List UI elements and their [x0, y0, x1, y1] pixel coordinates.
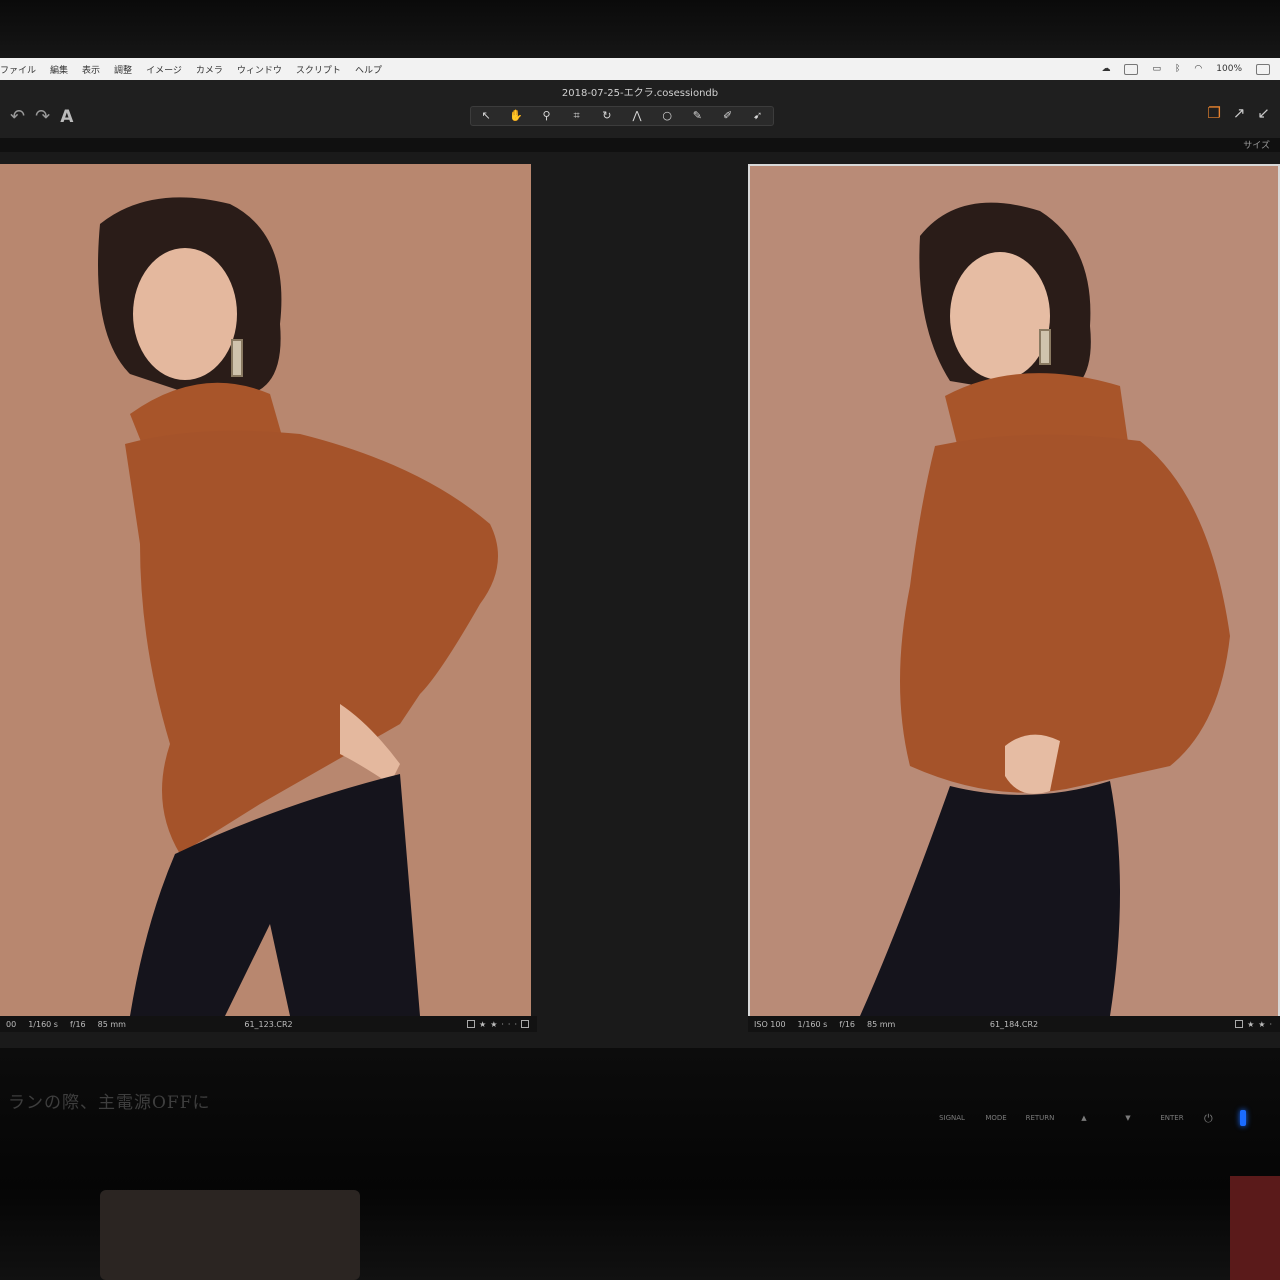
- zoom-tool-icon[interactable]: ⚲: [535, 107, 557, 125]
- rating-left[interactable]: ★ ★ · · ·: [467, 1020, 529, 1029]
- document-title: 2018-07-25-エクラ.cosessiondb: [561, 88, 719, 99]
- dot-icon[interactable]: ·: [501, 1020, 504, 1029]
- eraser-tool-icon[interactable]: ➹: [747, 107, 769, 125]
- image-info-bar-left: 00 1/160 s f/16 85 mm 61_123.CR2 ★ ★ · ·…: [0, 1016, 537, 1032]
- menu-help[interactable]: ヘルプ: [355, 63, 382, 76]
- rating-right[interactable]: ★ ★ ·: [1235, 1020, 1272, 1029]
- image-info-bar-right: ISO 100 1/160 s f/16 85 mm 61_184.CR2 ★ …: [748, 1016, 1280, 1032]
- menu-bar: ファイル 編集 表示 調整 イメージ カメラ ウィンドウ スクリプト ヘルプ ☁…: [0, 58, 1280, 80]
- menu-script[interactable]: スクリプト: [296, 63, 341, 76]
- exif-meta-right: ISO 100 1/160 s f/16 85 mm: [754, 1020, 895, 1029]
- image-viewer: 00 1/160 s f/16 85 mm 61_123.CR2 ★ ★ · ·…: [0, 152, 1280, 1048]
- crop-tool-icon[interactable]: ⌗: [566, 107, 588, 125]
- down-button[interactable]: ▼: [1106, 1114, 1150, 1122]
- exif-meta-left: 00 1/160 s f/16 85 mm: [6, 1020, 126, 1029]
- select-checkbox-icon[interactable]: [1235, 1020, 1244, 1028]
- up-button[interactable]: ▲: [1062, 1114, 1106, 1122]
- photo-subject-left: [0, 164, 531, 1016]
- keystone-tool-icon[interactable]: ⋀: [626, 107, 648, 125]
- battery-icon[interactable]: [1256, 63, 1270, 75]
- power-warning-sticker: ランの際、主電源OFFに: [8, 1093, 211, 1113]
- shutter-value: 1/160 s: [797, 1019, 828, 1029]
- photo-subject-right: [750, 166, 1278, 1016]
- right-tools: ❐ ↗ ↙: [1207, 104, 1270, 122]
- pan-tool-icon[interactable]: ✋: [505, 107, 527, 125]
- expand-icon[interactable]: ↗: [1233, 104, 1246, 122]
- select-tool-icon[interactable]: ↖: [475, 107, 497, 125]
- display-icon[interactable]: [1124, 63, 1139, 75]
- menu-adjust[interactable]: 調整: [114, 63, 132, 76]
- signal-button[interactable]: SIGNAL: [930, 1114, 974, 1122]
- star-icon[interactable]: ★: [1247, 1020, 1254, 1029]
- monitor-bezel-top: [0, 0, 1280, 58]
- history-tools: ↶ ↷ A: [10, 106, 73, 127]
- star-icon[interactable]: ★: [479, 1020, 486, 1029]
- monitor-screen: ファイル 編集 表示 調整 イメージ カメラ ウィンドウ スクリプト ヘルプ ☁…: [0, 58, 1280, 1048]
- color-tag-icon[interactable]: [521, 1020, 529, 1028]
- spot-tool-icon[interactable]: ○: [656, 107, 678, 125]
- desk-object: [100, 1190, 360, 1280]
- size-label: サイズ: [1243, 141, 1270, 151]
- airplay-icon[interactable]: ▭: [1152, 64, 1161, 74]
- monitor-buttons: SIGNAL MODE RETURN ▲ ▼ ENTER: [930, 1114, 1194, 1122]
- star-icon[interactable]: ★: [1258, 1020, 1265, 1029]
- focal-value: 85 mm: [97, 1019, 126, 1029]
- battery-percent: 100%: [1216, 64, 1242, 74]
- power-icon[interactable]: ⏻: [1204, 1112, 1213, 1126]
- auto-adjust-icon[interactable]: A: [60, 107, 73, 127]
- return-button[interactable]: RETURN: [1018, 1114, 1062, 1122]
- menu-window[interactable]: ウィンドウ: [237, 63, 282, 76]
- dot-icon[interactable]: ·: [508, 1020, 511, 1029]
- focal-value: 85 mm: [867, 1019, 896, 1029]
- enter-button[interactable]: ENTER: [1150, 1114, 1194, 1122]
- menu-image[interactable]: イメージ: [146, 63, 182, 76]
- cursor-tool-strip: ↖ ✋ ⚲ ⌗ ↻ ⋀ ○ ✎ ✐ ➹: [470, 106, 774, 126]
- aperture-value: f/16: [839, 1019, 856, 1029]
- menu-file[interactable]: ファイル: [0, 63, 36, 76]
- power-led: [1240, 1110, 1246, 1126]
- brush-tool-icon[interactable]: ✐: [717, 107, 739, 125]
- iso-value: 00: [6, 1019, 17, 1029]
- star-icon[interactable]: ★: [490, 1020, 497, 1029]
- rotate-tool-icon[interactable]: ↻: [596, 107, 618, 125]
- iso-value: ISO 100: [754, 1019, 786, 1029]
- bluetooth-icon[interactable]: ᛒ: [1175, 64, 1180, 74]
- dot-icon[interactable]: ·: [514, 1020, 517, 1029]
- app-toolbar: 2018-07-25-エクラ.cosessiondb ↶ ↷ A ↖ ✋ ⚲ ⌗ ↻ ⋀ ○…: [0, 80, 1280, 158]
- aperture-value: f/16: [69, 1019, 86, 1029]
- shutter-value: 1/160 s: [28, 1019, 58, 1029]
- dot-icon[interactable]: ·: [1269, 1020, 1272, 1029]
- overlay-icon[interactable]: ❐: [1207, 104, 1220, 122]
- select-checkbox-icon[interactable]: [467, 1020, 476, 1028]
- photo-of-monitor: ファイル 編集 表示 調整 イメージ カメラ ウィンドウ スクリプト ヘルプ ☁…: [0, 0, 1280, 1280]
- wifi-icon[interactable]: ◠: [1194, 64, 1202, 74]
- status-area: ☁ ▭ ᛒ ◠ 100%: [1101, 58, 1270, 80]
- mode-button[interactable]: MODE: [974, 1114, 1018, 1122]
- cloud-icon[interactable]: ☁: [1101, 64, 1110, 74]
- viewer-image-right-selected[interactable]: [748, 164, 1280, 1018]
- picker-tool-icon[interactable]: ✎: [686, 107, 708, 125]
- menu-edit[interactable]: 編集: [50, 63, 68, 76]
- desk-object-red: [1230, 1176, 1280, 1280]
- menu-camera[interactable]: カメラ: [196, 63, 223, 76]
- redo-icon[interactable]: ↷: [35, 106, 50, 127]
- collapse-icon[interactable]: ↙: [1257, 104, 1270, 122]
- undo-icon[interactable]: ↶: [10, 106, 25, 127]
- menu-view[interactable]: 表示: [82, 63, 100, 76]
- viewer-image-left[interactable]: [0, 164, 531, 1016]
